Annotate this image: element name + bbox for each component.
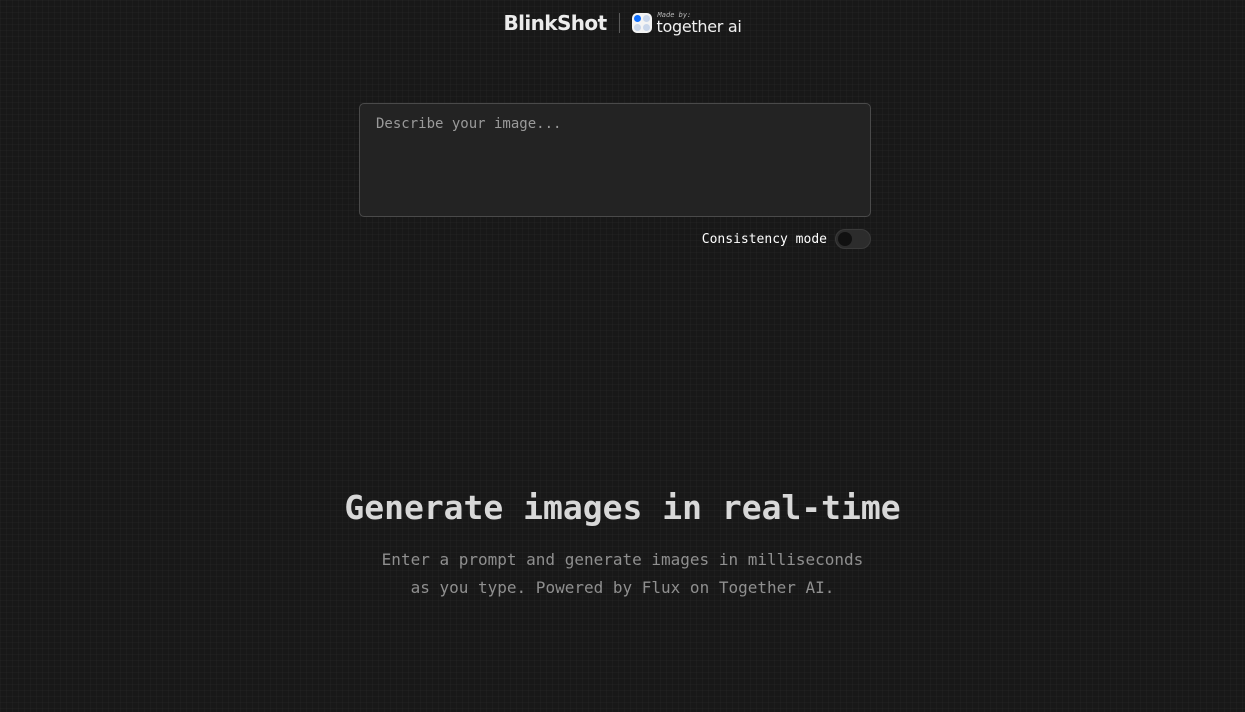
maker-name: together ai [656, 16, 742, 36]
logo-dot [633, 15, 641, 22]
prompt-section: Consistency mode [359, 103, 871, 249]
prompt-input[interactable] [359, 103, 871, 217]
consistency-mode-toggle[interactable] [835, 229, 871, 249]
hero-subtitle-line-2: as you type. Powered by Flux on Together… [410, 578, 835, 597]
brand-logo[interactable]: BlinkShot [504, 11, 608, 35]
hero-section: Generate images in real-time Enter a pro… [0, 488, 1245, 602]
consistency-mode-label: Consistency mode [701, 231, 827, 247]
logo-dot [642, 24, 650, 31]
toggle-knob [838, 232, 852, 246]
logo-dot [633, 24, 641, 31]
consistency-controls: Consistency mode [702, 229, 871, 249]
logo-dot [642, 15, 650, 22]
header-content: BlinkShot Made by: together ai [504, 11, 742, 35]
together-ai-logo-icon [631, 13, 652, 33]
maker-text: Made by: together ai [656, 11, 742, 36]
hero-subtitle: Enter a prompt and generate images in mi… [343, 546, 903, 602]
together-ai-link[interactable]: Made by: together ai [631, 11, 742, 36]
hero-subtitle-line-1: Enter a prompt and generate images in mi… [381, 550, 864, 569]
app-header: BlinkShot Made by: together ai [0, 0, 1245, 46]
header-divider [618, 13, 620, 33]
hero-title: Generate images in real-time [344, 488, 901, 527]
